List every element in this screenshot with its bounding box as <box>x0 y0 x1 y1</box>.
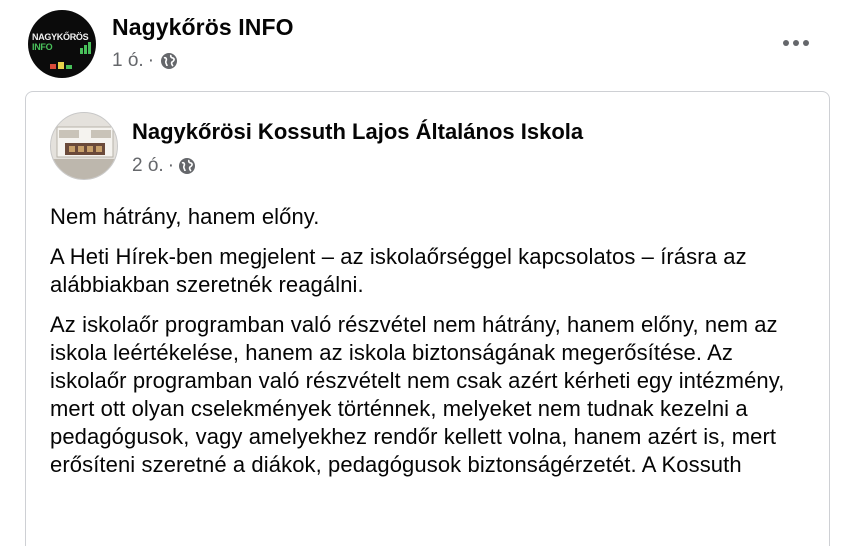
meta-separator: · <box>147 50 155 71</box>
poster-name[interactable]: Nagykőrös INFO <box>112 14 294 41</box>
meta-separator: · <box>167 155 175 176</box>
shared-post-card[interactable]: Nagykőrösi Kossuth Lajos Általános Iskol… <box>25 91 830 546</box>
post-paragraph: A Heti Hírek-ben megjelent – az iskolaőr… <box>50 244 747 297</box>
school-avatar[interactable] <box>50 112 118 180</box>
more-options-icon <box>783 40 809 46</box>
avatar-town-icon <box>50 62 72 69</box>
post-paragraph: Nem hátrány, hanem előny. <box>50 204 320 229</box>
post-meta: 1 ó. · <box>112 50 178 72</box>
shared-post-timestamp[interactable]: 2 ó. <box>132 155 164 177</box>
page-avatar[interactable]: NAGYKŐRÖS INFO <box>28 10 96 78</box>
more-options-button[interactable] <box>776 28 816 58</box>
post-timestamp[interactable]: 1 ó. <box>112 50 144 72</box>
shared-post-meta: 2 ó. · <box>132 155 196 177</box>
school-page-name[interactable]: Nagykőrösi Kossuth Lajos Általános Iskol… <box>132 119 583 145</box>
school-building-icon <box>51 113 117 179</box>
globe-icon <box>179 158 196 174</box>
post-paragraph: Az iskolaőr programban való részvétel ne… <box>50 312 785 477</box>
globe-icon <box>161 53 178 69</box>
facebook-post: NAGYKŐRÖS INFO Nagykőrös INFO 1 ó. · Nag… <box>0 0 850 546</box>
post-body: Nem hátrány, hanem előny. A Heti Hírek-b… <box>50 203 810 491</box>
post-header: NAGYKŐRÖS INFO Nagykőrös INFO 1 ó. · <box>28 8 828 80</box>
